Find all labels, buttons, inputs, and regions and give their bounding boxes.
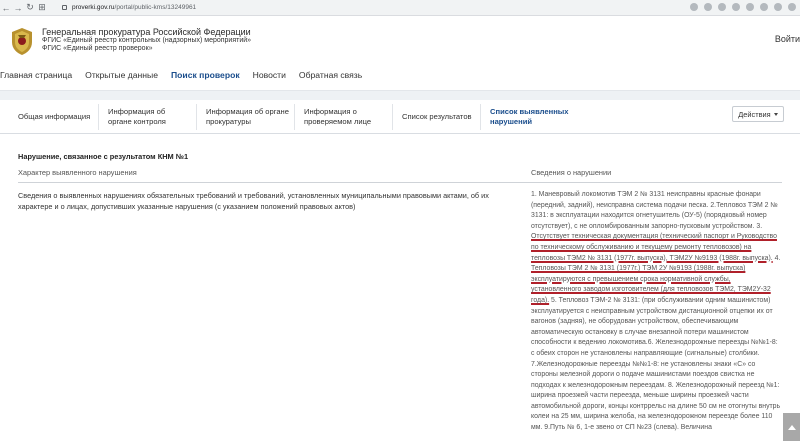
nav-open-data[interactable]: Открытые данные [85, 70, 158, 80]
login-link[interactable]: Войти [775, 34, 800, 44]
org-subtitle-2: ФГИС «Единый реестр проверок» [42, 45, 153, 52]
bookmark-icon[interactable] [760, 3, 768, 11]
actions-button[interactable]: Действия [732, 106, 784, 122]
violation-details-part: 1. Маневровый локомотив ТЭМ 2 № 3131 неи… [531, 191, 778, 230]
nav-search-inspections[interactable]: Поиск проверок [171, 70, 240, 80]
section-title: Нарушение, связанное с результатом КНМ №… [18, 152, 189, 161]
tab-inspected-entity[interactable]: Информация о проверяемом лице [304, 100, 384, 134]
nav-feedback[interactable]: Обратная связь [299, 70, 362, 80]
arrow-up-icon [787, 424, 796, 430]
tab-divider [294, 104, 295, 130]
nav-home[interactable]: Главная страница [0, 70, 72, 80]
extension-icon[interactable] [718, 3, 726, 11]
tab-divider [98, 104, 99, 130]
back-icon[interactable]: ← [0, 3, 12, 13]
reload-icon[interactable]: ↻ [24, 2, 36, 13]
header-divider [18, 182, 782, 183]
address-bar[interactable]: proverki.gov.ru/portal/public-kms/132499… [62, 4, 196, 11]
violation-details-part: 4. [774, 254, 781, 262]
lock-icon [62, 5, 67, 10]
tab-general-info[interactable]: Общая информация [18, 100, 90, 134]
org-subtitle-1: ФГИС «Единый реестр контрольных (надзорн… [42, 37, 252, 44]
emblem-icon [12, 28, 32, 55]
violation-details: 1. Маневровый локомотив ТЭМ 2 № 3131 неи… [531, 190, 782, 434]
cart-icon[interactable] [774, 3, 782, 11]
violation-nature-text: Сведения о выявленных нарушениях обязате… [18, 191, 489, 211]
scroll-to-top-button[interactable] [783, 413, 800, 441]
tab-prosecutor-office[interactable]: Информация об органе прокуратуры [206, 100, 290, 134]
main-nav: Главная страница Открытые данные Поиск п… [0, 60, 800, 90]
org-title: Генеральная прокуратура Российской Федер… [42, 27, 251, 37]
violation-details-part: 5. Тепловоз ТЭМ-2 № 3131: (при обслужива… [531, 296, 781, 432]
extension-icon[interactable] [746, 3, 754, 11]
forward-icon[interactable]: → [12, 3, 24, 13]
highlighted-violation: Отсутствует техническая документация (те… [531, 233, 777, 262]
tab-divider [480, 104, 481, 130]
tab-violations[interactable]: Список выявленных нарушений [490, 100, 570, 134]
tab-results[interactable]: Список результатов [402, 100, 472, 134]
extension-icon[interactable] [732, 3, 740, 11]
tab-bar: Общая информация Информация об органе ко… [0, 100, 800, 134]
nav-news[interactable]: Новости [253, 70, 286, 80]
site-header: Генеральная прокуратура Российской Федер… [0, 16, 800, 60]
tab-divider [392, 104, 393, 130]
tab-control-authority[interactable]: Информация об органе контроля [108, 100, 188, 134]
profile-icon[interactable] [788, 3, 796, 11]
divider-band [0, 90, 800, 100]
browser-toolbar: ← → ↻ ⊞ proverki.gov.ru/portal/public-km… [0, 0, 800, 16]
extension-icon[interactable] [704, 3, 712, 11]
tab-divider [196, 104, 197, 130]
actions-label: Действия [738, 109, 771, 119]
column-header-nature: Характер выявленного нарушения [18, 168, 137, 177]
chevron-down-icon [773, 112, 778, 116]
column-header-details: Сведения о нарушении [531, 168, 612, 177]
url-path: /portal/public-kms/13249961 [114, 4, 197, 11]
url-host: proverki.gov.ru [72, 4, 115, 11]
extension-icon[interactable] [690, 3, 698, 11]
tabs-icon[interactable]: ⊞ [36, 2, 48, 13]
